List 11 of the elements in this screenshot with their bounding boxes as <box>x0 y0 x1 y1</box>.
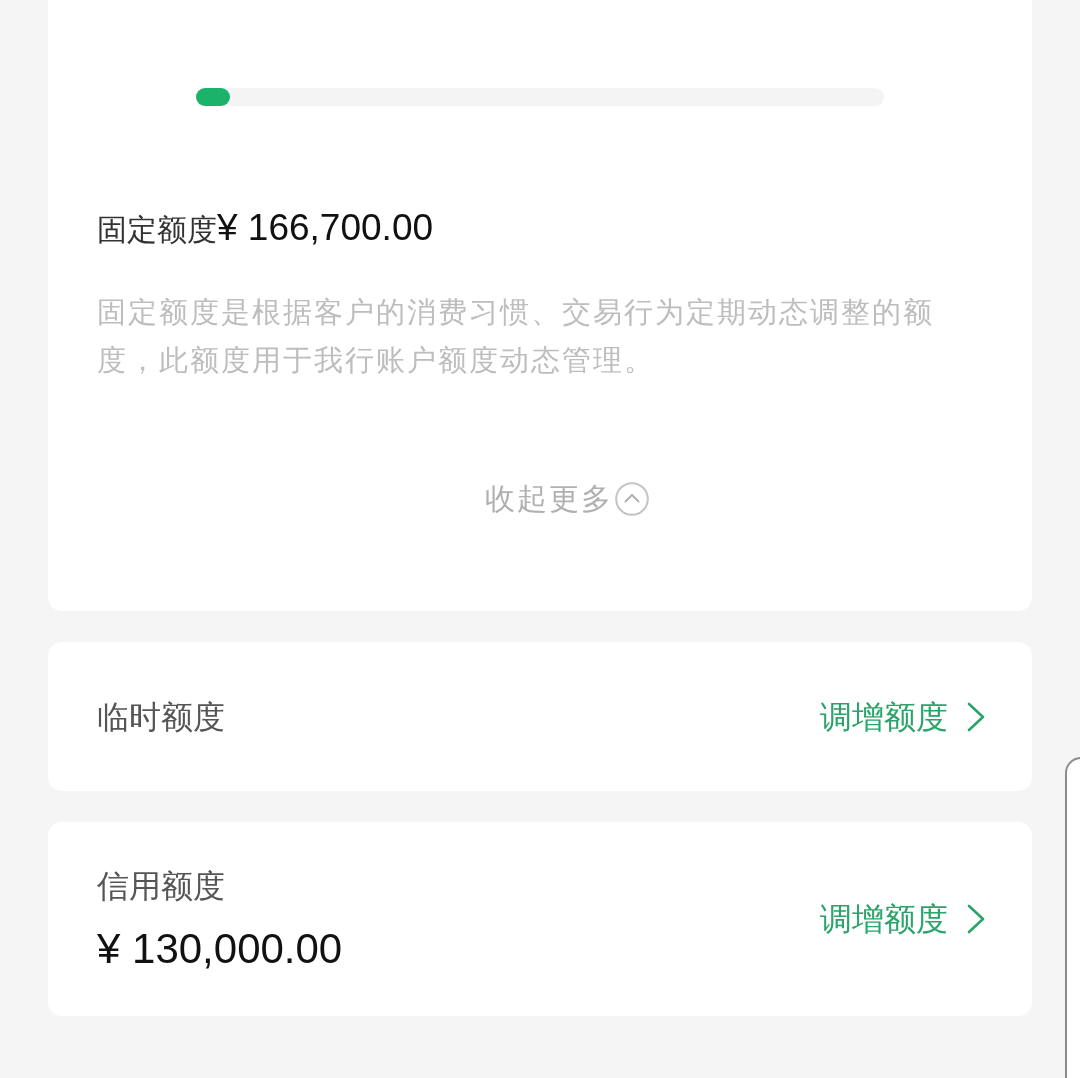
chevron-right-icon <box>966 701 986 732</box>
collapse-button[interactable]: 收起更多 <box>485 477 649 521</box>
fixed-limit-label: 固定额度 <box>97 212 217 248</box>
increase-limit-link[interactable]: 调增额度 <box>820 897 986 941</box>
fixed-limit-amount: ¥ 166,700.00 <box>217 206 434 250</box>
limit-label: 临时额度 <box>97 697 225 737</box>
limit-label: 信用额度 <box>97 866 226 906</box>
description-text: 固定额度是根据客户的消费习惯、交易行为定期动态调整的额度，此额度用于我行账户额度动态管理。 <box>97 295 935 378</box>
chevron-right-icon <box>966 904 986 934</box>
increase-limit-link[interactable]: 调增额度 <box>820 694 986 739</box>
limit-amount: ¥ 130,000.00 <box>97 923 343 974</box>
